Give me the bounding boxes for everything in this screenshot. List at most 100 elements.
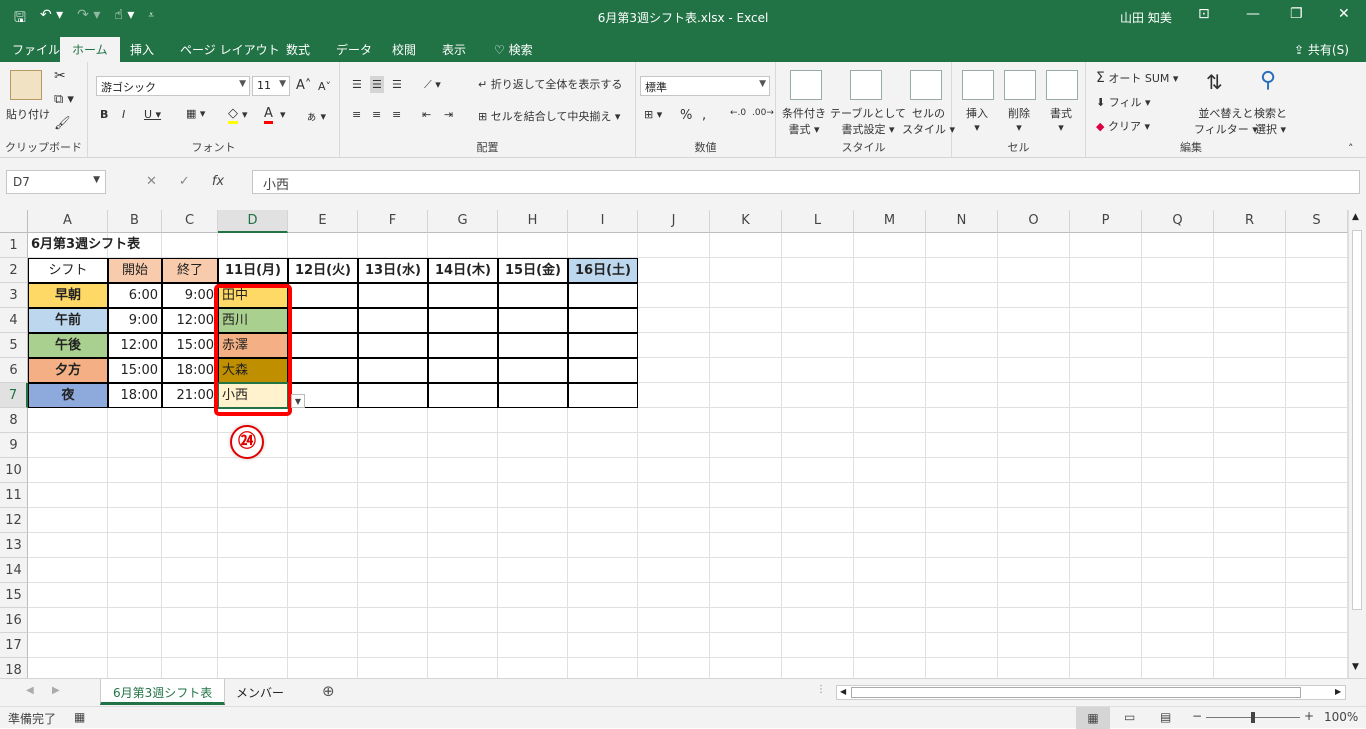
empty-cell[interactable]	[288, 283, 358, 308]
end-time-cell[interactable]: 15:00	[162, 333, 218, 358]
start-time-cell[interactable]: 6:00	[108, 283, 162, 308]
column-header[interactable]: R	[1214, 210, 1286, 233]
tab-scroll-right-icon[interactable]: ▶	[52, 685, 60, 696]
tab-file[interactable]: ファイル	[12, 41, 60, 58]
add-sheet-icon[interactable]: ⊕	[322, 682, 335, 700]
font-size-combo[interactable]: 11 ▼	[252, 76, 290, 96]
end-time-cell[interactable]: 18:00	[162, 358, 218, 383]
normal-view-icon[interactable]: ▦	[1076, 707, 1110, 729]
share-button[interactable]: ⇪ 共有(S)	[1294, 41, 1349, 58]
empty-cell[interactable]	[358, 283, 428, 308]
column-header[interactable]: P	[1070, 210, 1142, 233]
header-cell[interactable]: 14日(木)	[428, 258, 498, 283]
percent-icon[interactable]: %	[680, 108, 692, 123]
header-cell[interactable]: 終了	[162, 258, 218, 283]
collapse-ribbon-icon[interactable]: ˄	[1348, 142, 1354, 155]
row-header[interactable]: 1	[0, 233, 28, 258]
fill-color-dropdown[interactable]: ▾	[242, 108, 248, 121]
empty-cell[interactable]	[358, 383, 428, 408]
row-header[interactable]: 2	[0, 258, 28, 283]
scroll-right-icon[interactable]: ▶	[1335, 687, 1341, 696]
empty-cell[interactable]	[568, 333, 638, 358]
page-layout-view-icon[interactable]: ▭	[1124, 710, 1135, 724]
sheet-title[interactable]: 6月第3週シフト表	[28, 233, 218, 258]
empty-cell[interactable]	[568, 358, 638, 383]
column-header[interactable]: Q	[1142, 210, 1214, 233]
fill-button[interactable]: ⬇ フィル ▾	[1096, 94, 1151, 110]
insert-cells-icon[interactable]	[962, 70, 994, 100]
delete-cells-icon[interactable]	[1004, 70, 1036, 100]
empty-cell[interactable]	[568, 283, 638, 308]
end-time-cell[interactable]: 21:00	[162, 383, 218, 408]
italic-button[interactable]: I	[122, 108, 125, 121]
tab-data[interactable]: データ	[336, 41, 372, 58]
column-header[interactable]: M	[854, 210, 926, 233]
header-cell[interactable]: 12日(火)	[288, 258, 358, 283]
empty-cell[interactable]	[358, 333, 428, 358]
number-format-combo[interactable]: 標準 ▼	[640, 76, 770, 96]
empty-cell[interactable]	[498, 333, 568, 358]
empty-cell[interactable]	[288, 308, 358, 333]
column-header[interactable]: L	[782, 210, 854, 233]
empty-cell[interactable]	[358, 358, 428, 383]
tell-me-search[interactable]: ♡ 検索	[494, 41, 533, 58]
empty-cell[interactable]	[498, 383, 568, 408]
empty-cell[interactable]	[568, 383, 638, 408]
tab-split-handle[interactable]: ⋮	[816, 684, 826, 695]
enter-icon[interactable]: ✓	[179, 174, 190, 189]
decrease-decimal-icon[interactable]: .00→	[752, 108, 774, 118]
header-cell[interactable]: シフト	[28, 258, 108, 283]
scroll-thumb[interactable]	[1352, 230, 1362, 610]
empty-cell[interactable]	[358, 308, 428, 333]
horizontal-scrollbar[interactable]: ◀ ▶	[836, 685, 1346, 700]
end-time-cell[interactable]: 12:00	[162, 308, 218, 333]
header-cell[interactable]: 開始	[108, 258, 162, 283]
align-top-icon[interactable]: ☰	[352, 78, 362, 91]
empty-cell[interactable]	[288, 358, 358, 383]
format-as-table-icon[interactable]	[850, 70, 882, 100]
tab-page-layout[interactable]: ページ レイアウト	[180, 41, 280, 58]
formula-input[interactable]: 小西	[252, 170, 1360, 194]
minimize-icon[interactable]: —	[1246, 6, 1260, 22]
conditional-format-button[interactable]: 条件付き 書式 ▾	[782, 105, 826, 137]
page-break-view-icon[interactable]: ▤	[1160, 710, 1171, 724]
user-name[interactable]: 山田 知美	[1120, 9, 1172, 26]
close-icon[interactable]: ✕	[1338, 6, 1350, 22]
underline-button[interactable]: U ▾	[144, 108, 161, 121]
sheet-tab-members[interactable]: メンバー	[224, 679, 296, 705]
column-header[interactable]: A	[28, 210, 108, 233]
empty-cell[interactable]	[428, 333, 498, 358]
shift-name-cell[interactable]: 夜	[28, 383, 108, 408]
cut-icon[interactable]: ✂	[54, 68, 66, 84]
row-header[interactable]: 14	[0, 558, 28, 583]
orientation-icon[interactable]: ⟋ ▾	[424, 78, 441, 92]
empty-cell[interactable]	[428, 358, 498, 383]
format-painter-icon[interactable]: 🖌	[54, 116, 71, 131]
zoom-out-icon[interactable]: −	[1192, 709, 1202, 723]
hscroll-thumb[interactable]	[851, 687, 1301, 698]
row-header[interactable]: 9	[0, 433, 28, 458]
column-header[interactable]: G	[428, 210, 498, 233]
font-color-icon[interactable]: A	[264, 106, 273, 124]
row-header[interactable]: 3	[0, 283, 28, 308]
font-color-dropdown[interactable]: ▾	[280, 108, 286, 121]
vertical-scrollbar[interactable]: ▲ ▼	[1348, 210, 1366, 678]
row-header[interactable]: 17	[0, 633, 28, 658]
column-header[interactable]: H	[498, 210, 568, 233]
tab-review[interactable]: 校閲	[392, 41, 416, 58]
column-header[interactable]: D	[218, 210, 288, 233]
row-header[interactable]: 10	[0, 458, 28, 483]
accounting-format-icon[interactable]: ⊞ ▾	[644, 108, 662, 121]
merge-center-button[interactable]: ⊞ セルを結合して中央揃え ▾	[478, 108, 620, 124]
header-cell[interactable]: 13日(水)	[358, 258, 428, 283]
bold-button[interactable]: B	[100, 108, 108, 121]
scroll-down-icon[interactable]: ▼	[1352, 662, 1359, 672]
paste-icon[interactable]	[10, 70, 42, 100]
sort-filter-icon[interactable]: ⇅	[1206, 70, 1223, 94]
align-right-icon[interactable]: ≡	[392, 108, 401, 121]
find-select-icon[interactable]: ⚲	[1260, 68, 1276, 93]
start-time-cell[interactable]: 12:00	[108, 333, 162, 358]
align-middle-icon[interactable]: ☰	[370, 76, 384, 93]
tab-view[interactable]: 表示	[442, 41, 466, 58]
phonetic-icon[interactable]: ぁ ▾	[306, 108, 326, 124]
